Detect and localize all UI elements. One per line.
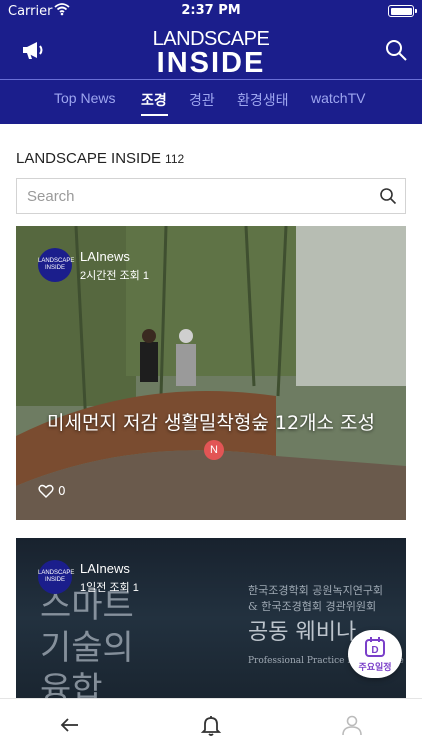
post-photo [16,226,406,520]
search-box [16,178,406,214]
slide-text-line: 한국조경학회 공원녹지연구회 [248,584,384,597]
tab-ecology[interactable]: 환경생태 [237,90,289,110]
tab-watchtv[interactable]: watchTV [311,90,365,106]
post-meta: 1일전 조회 1 [80,582,139,594]
search-icon[interactable] [379,187,397,205]
calendar-letter: D [371,645,378,656]
active-tab-indicator [141,114,168,116]
tab-top-news[interactable]: Top News [54,90,115,106]
author-name[interactable]: LAInews [80,249,130,264]
slide-title: 공동 웨비나 [248,620,357,645]
fab-label: 주요일정 [358,663,392,673]
post-card[interactable]: 스마트 기술의 융합 한국조경학회 공원녹지연구회 & 한국조경협회 경관위원회… [16,538,406,698]
category-tabs: Top News 조경 경관 환경생태 watchTV [0,80,422,124]
calendar-icon: D [365,637,385,657]
back-arrow-icon[interactable] [58,713,82,737]
new-badge: N [204,440,224,460]
status-bar: Carrier 2:37 PM [0,0,422,22]
author-avatar[interactable]: LANDSCAPE INSIDE [38,560,74,594]
tab-scenery[interactable]: 경관 [189,90,215,110]
schedule-fab[interactable]: D 주요일정 [348,630,402,678]
like-button[interactable]: 0 [38,484,66,498]
logo-line-2: INSIDE [156,47,266,79]
author-name[interactable]: LAInews [80,561,130,576]
post-headline[interactable]: 미세먼지 저감 생활밀착형숲 12개소 조성 [16,408,406,435]
search-input[interactable] [17,179,367,213]
post-card[interactable]: LANDSCAPE INSIDE LAInews 2시간전 조회 1 미세먼지 … [16,226,406,520]
tab-landscape[interactable]: 조경 [141,90,167,110]
post-meta: 2시간전 조회 1 [80,270,149,282]
battery-icon [388,5,417,17]
app-logo: LANDSCAPE INSIDE [0,28,422,79]
section-title: LANDSCAPE INSIDE 112 [16,150,184,167]
bottom-nav [0,698,422,750]
user-icon[interactable] [340,713,364,737]
like-count: 0 [58,484,66,498]
clock: 2:37 PM [181,3,241,18]
heart-icon [38,484,54,498]
bell-icon[interactable] [199,713,223,737]
slide-text-line: 융합 [40,670,103,698]
author-avatar[interactable]: LANDSCAPE INSIDE [38,248,74,282]
section-title-text: LANDSCAPE INSIDE [16,150,162,167]
search-icon[interactable] [384,38,408,62]
app-header: LANDSCAPE INSIDE [0,22,422,80]
post-count: 112 [165,152,185,166]
slide-text-line: & 한국조경협회 경관위원회 [248,600,377,613]
